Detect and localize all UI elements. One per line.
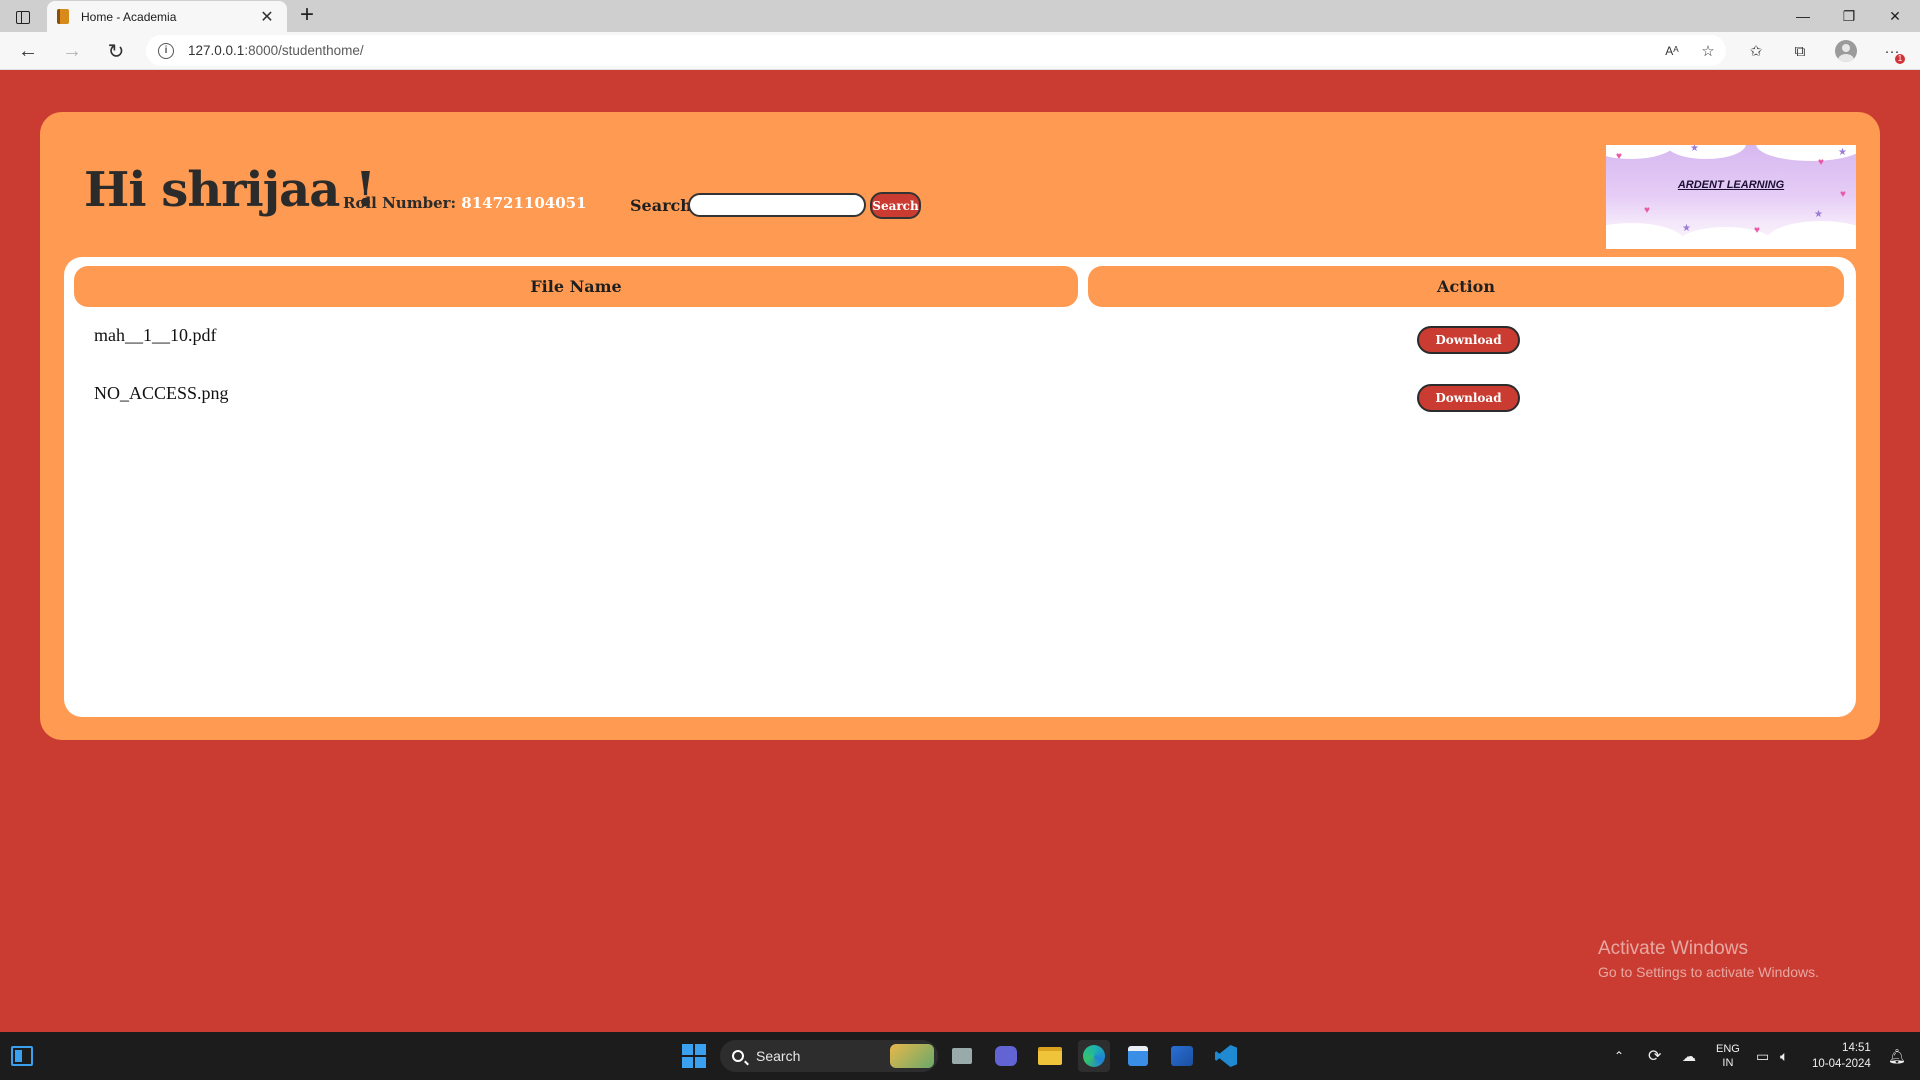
taskbar-search-label: Search — [756, 1048, 801, 1064]
search-button[interactable]: Search — [870, 192, 921, 219]
network-icon[interactable]: ▭ — [1756, 1032, 1769, 1080]
download-button[interactable]: Download — [1417, 384, 1520, 412]
download-button[interactable]: Download — [1417, 326, 1520, 354]
language-code: ENG — [1716, 1043, 1740, 1055]
tab-actions-icon[interactable] — [10, 6, 36, 28]
roll-number-label: Roll Number: — [343, 194, 457, 212]
address-url: 127.0.0.1:8000/studenthome/ — [188, 43, 364, 58]
sync-icon[interactable]: ⟳ — [1648, 1032, 1661, 1080]
photos-icon[interactable] — [1166, 1040, 1198, 1072]
onedrive-icon[interactable]: ☁ — [1682, 1032, 1696, 1080]
tab-title: Home - Academia — [81, 9, 177, 24]
profile-icon[interactable] — [1834, 40, 1858, 62]
header-action: Action — [1088, 266, 1844, 307]
favorites-icon[interactable]: ✩ — [1744, 40, 1768, 62]
clock-date: 10-04-2024 — [1812, 1058, 1871, 1070]
taskbar-search[interactable]: Search — [720, 1040, 938, 1072]
back-icon[interactable]: ← — [14, 38, 42, 64]
task-view-icon[interactable] — [946, 1040, 978, 1072]
add-favorite-icon[interactable]: ☆ — [1696, 40, 1720, 62]
address-bar[interactable]: i 127.0.0.1:8000/studenthome/ — [146, 35, 1726, 66]
watermark-title: Activate Windows — [1598, 938, 1748, 959]
show-hidden-icons[interactable]: ⌃ — [1614, 1032, 1624, 1080]
settings-menu-icon[interactable]: ··· 1 — [1880, 40, 1905, 64]
browser-tab-bar: Home - Academia ✕ + — ❐ ✕ — [0, 0, 1920, 32]
language-indicator[interactable]: ENG IN — [1716, 1032, 1740, 1080]
greeting-heading: Hi shrijaa ! — [84, 162, 376, 218]
clock[interactable]: 14:51 10-04-2024 — [1812, 1040, 1871, 1072]
new-tab-icon[interactable]: + — [294, 3, 320, 29]
files-table: File Name Action mah__1__10.pdf Download… — [64, 257, 1856, 717]
widgets-icon[interactable] — [6, 1040, 38, 1072]
teams-chat-icon[interactable] — [990, 1040, 1022, 1072]
banner-text: ARDENT LEARNING — [1677, 179, 1785, 191]
file-name-cell: NO_ACCESS.png — [94, 383, 229, 403]
restore-icon[interactable]: ❐ — [1826, 0, 1872, 32]
refresh-icon[interactable]: ↻ — [102, 38, 130, 64]
browser-toolbar: ← → ↻ i 127.0.0.1:8000/studenthome/ Aᴬ ☆… — [0, 32, 1920, 70]
activate-windows-watermark: Activate Windows Go to Settings to activ… — [1598, 938, 1819, 980]
edge-icon[interactable] — [1078, 1040, 1110, 1072]
main-card: Hi shrijaa ! Roll Number: 814721104051 S… — [40, 112, 1880, 740]
start-icon[interactable] — [678, 1040, 710, 1072]
file-explorer-icon[interactable] — [1034, 1040, 1066, 1072]
close-window-icon[interactable]: ✕ — [1872, 0, 1918, 32]
forward-icon[interactable]: → — [58, 38, 86, 64]
watermark-subtitle: Go to Settings to activate Windows. — [1598, 964, 1819, 980]
ardent-learning-banner: ♥ ★ ♥ ★ ♥ ★ ♥ ★ ♥ ARDENT LEARNING — [1606, 145, 1856, 249]
browser-tab[interactable]: Home - Academia ✕ — [47, 1, 287, 32]
taskbar: Search ⌃ ⟳ ☁ ENG IN ▭ 🔈︎ 14:51 10-04-202… — [0, 1032, 1920, 1080]
close-tab-icon[interactable]: ✕ — [257, 7, 277, 27]
volume-icon[interactable]: 🔈︎ — [1780, 1032, 1788, 1080]
search-highlight-icon — [890, 1044, 934, 1068]
region-code: IN — [1722, 1057, 1734, 1069]
roll-number: Roll Number: 814721104051 — [343, 194, 587, 212]
search-input[interactable] — [688, 193, 866, 217]
academia-favicon-icon — [57, 9, 69, 24]
site-info-icon[interactable]: i — [158, 42, 174, 59]
notification-icon[interactable]: 🔔︎ — [1888, 1032, 1906, 1080]
clock-time: 14:51 — [1842, 1042, 1871, 1054]
minimize-icon[interactable]: — — [1780, 0, 1826, 32]
read-aloud-icon[interactable]: Aᴬ — [1660, 40, 1684, 62]
header-file-name: File Name — [74, 266, 1078, 307]
search-icon — [732, 1050, 744, 1062]
file-name-cell: mah__1__10.pdf — [94, 325, 217, 345]
roll-number-value: 814721104051 — [461, 194, 587, 212]
collections-icon[interactable]: ⧉ — [1788, 40, 1812, 62]
store-icon[interactable] — [1122, 1040, 1154, 1072]
vscode-icon[interactable] — [1210, 1040, 1242, 1072]
